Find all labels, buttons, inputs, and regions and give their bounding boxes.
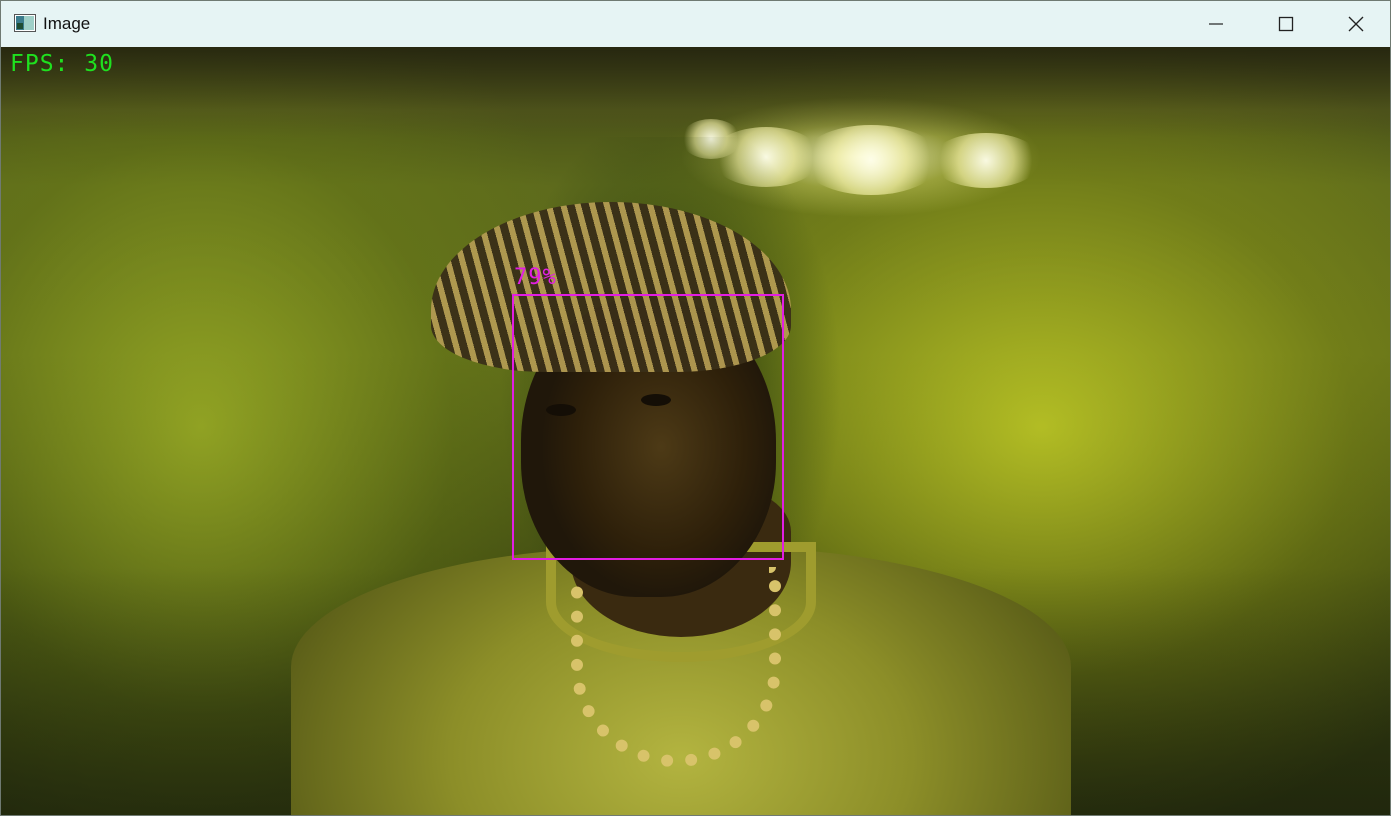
minimize-icon [1209,23,1223,25]
fps-counter: FPS: 30 [10,51,114,77]
title-bar[interactable]: Image [1,1,1390,47]
close-button[interactable] [1321,1,1390,47]
gold-chain [571,567,781,767]
face-detection-box [512,294,784,560]
image-window-icon [14,14,36,32]
window-title: Image [43,14,91,33]
detection-confidence-label: 79% [514,265,557,290]
maximize-icon [1278,16,1294,32]
close-icon [1348,16,1364,32]
ceiling-light [931,133,1041,188]
image-window: Image FPS: 30 79% [0,0,1391,816]
maximize-button[interactable] [1251,1,1321,47]
minimize-button[interactable] [1181,1,1251,47]
